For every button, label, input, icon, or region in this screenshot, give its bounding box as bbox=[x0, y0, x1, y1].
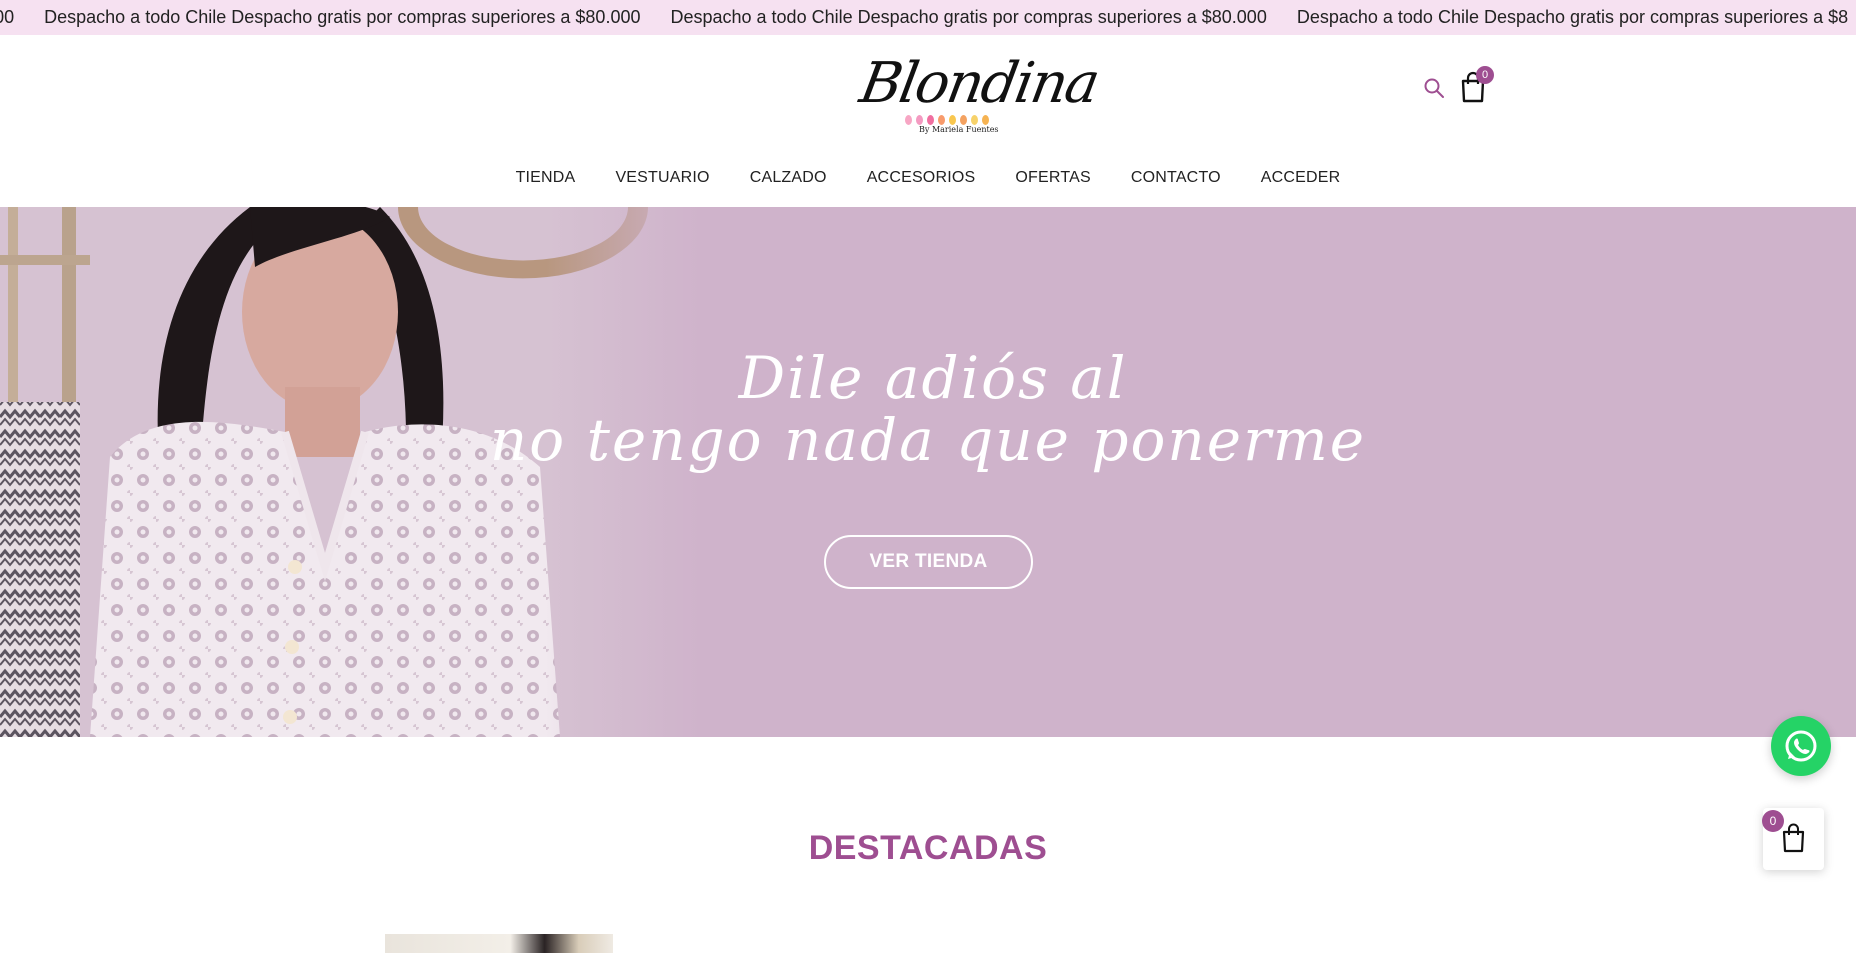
announcement-message: superiores a $80.000 bbox=[0, 7, 15, 27]
logo-tagline: By Mariela Fuentes bbox=[919, 125, 999, 134]
nav-item-tienda[interactable]: TIENDA bbox=[496, 161, 596, 195]
hero-heading-line2: no tengo nada que ponerme bbox=[489, 406, 1367, 474]
main-nav: TIENDA VESTUARIO CALZADO ACCESORIOS OFER… bbox=[0, 161, 1856, 195]
site-header: Blondina By Mariela Fuentes 0 TIENDA VES… bbox=[0, 35, 1856, 207]
floating-cart-count-badge: 0 bbox=[1762, 810, 1784, 832]
featured-section-title: DESTACADAS bbox=[808, 829, 1048, 867]
nav-item-acceder[interactable]: ACCEDER bbox=[1241, 161, 1361, 195]
featured-product-image[interactable] bbox=[385, 934, 613, 953]
announcement-bar: superiores a $80.000 Despacho a todo Chi… bbox=[0, 0, 1856, 35]
whatsapp-icon bbox=[1785, 730, 1817, 762]
hero-heading-line1: Dile adiós al bbox=[738, 344, 1128, 412]
nav-item-ofertas[interactable]: OFERTAS bbox=[995, 161, 1111, 195]
search-icon bbox=[1424, 78, 1444, 98]
hero-banner: Dile adiós al no tengo nada que ponerme … bbox=[0, 207, 1856, 737]
cart-count-badge: 0 bbox=[1476, 66, 1494, 84]
nav-item-calzado[interactable]: CALZADO bbox=[730, 161, 847, 195]
announcement-message: Despacho a todo Chile Despacho gratis po… bbox=[670, 7, 1267, 27]
hero-heading: Dile adiós al no tengo nada que ponerme bbox=[0, 347, 1856, 471]
whatsapp-button[interactable] bbox=[1771, 716, 1831, 776]
nav-item-contacto[interactable]: CONTACTO bbox=[1111, 161, 1241, 195]
view-shop-button[interactable]: VER TIENDA bbox=[824, 535, 1033, 589]
announcement-marquee: superiores a $80.000 Despacho a todo Chi… bbox=[0, 0, 1856, 35]
announcement-message: Despacho a todo Chile Despacho gratis po… bbox=[1296, 7, 1849, 27]
logo-dots bbox=[905, 115, 989, 125]
brand-logo[interactable]: Blondina By Mariela Fuentes bbox=[855, 49, 1103, 134]
nav-item-accesorios[interactable]: ACCESORIOS bbox=[847, 161, 996, 195]
nav-item-vestuario[interactable]: VESTUARIO bbox=[595, 161, 729, 195]
logo-wordmark: Blondina bbox=[855, 51, 1103, 116]
search-button[interactable] bbox=[1423, 77, 1445, 99]
announcement-message: Despacho a todo Chile Despacho gratis po… bbox=[44, 7, 641, 27]
